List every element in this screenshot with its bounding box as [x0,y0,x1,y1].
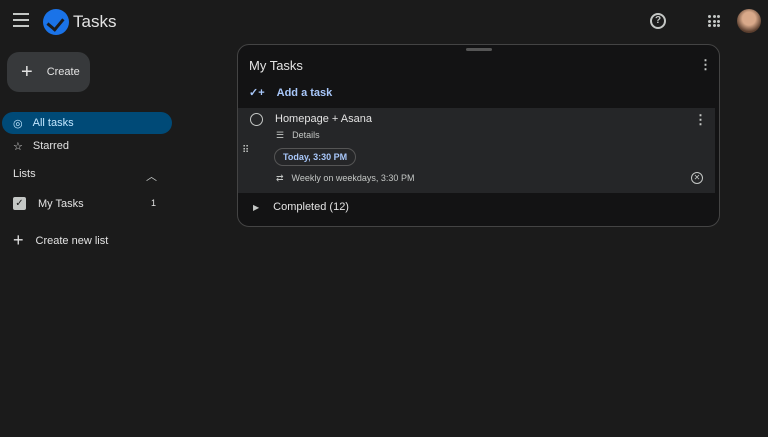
list-item-my-tasks[interactable]: ✓ My Tasks [13,197,84,210]
caret-right-icon: ▶ [253,201,259,214]
notes-icon: ☰ [276,130,284,141]
sidebar-item-label: Starred [33,140,69,152]
create-label: Create [47,66,80,78]
list-label: My Tasks [38,198,84,210]
app-title: Tasks [73,12,116,32]
plus-icon: + [13,230,24,251]
avatar[interactable] [737,9,761,33]
list-count: 1 [151,198,156,208]
task-details[interactable]: ☰ Details [276,130,320,141]
chevron-up-icon[interactable]: ︿ [146,168,157,184]
due-date-chip[interactable]: Today, 3:30 PM [274,148,356,166]
repeat-icon: ⇄ [276,173,284,184]
task-item[interactable]: ⠿ Homepage + Asana ⋮ ☰ Details Today, 3:3… [238,108,715,193]
add-task-button[interactable]: ✓+ Add a task [249,86,332,99]
plus-icon: + [21,61,33,84]
main-menu-button[interactable] [13,13,29,27]
task-more-icon[interactable]: ⋮ [694,112,707,128]
details-label: Details [292,130,320,141]
tasks-logo-icon [43,9,69,35]
task-list-card: My Tasks ⋮ ✓+ Add a task ⠿ Homepage + Asa… [237,44,720,227]
sidebar-item-starred[interactable]: ☆ Starred [2,135,172,157]
list-title: My Tasks [249,58,303,73]
completed-toggle[interactable]: ▶ Completed (12) [253,201,349,214]
star-icon: ☆ [13,140,23,153]
checkbox-icon[interactable]: ✓ [13,197,26,210]
apps-grid-icon[interactable] [708,15,720,27]
repeat-info[interactable]: ⇄ Weekly on weekdays, 3:30 PM [276,173,414,184]
create-list-label: Create new list [36,235,109,247]
sidebar-item-all-tasks[interactable]: ◎ All tasks [2,112,172,134]
help-icon[interactable]: ? [650,13,666,29]
task-title[interactable]: Homepage + Asana [275,113,372,125]
create-button[interactable]: + Create [7,52,90,92]
completed-label: Completed (12) [273,201,349,214]
repeat-label: Weekly on weekdays, 3:30 PM [292,173,415,184]
create-new-list-button[interactable]: + Create new list [13,230,108,251]
drag-icon[interactable]: ⠿ [242,145,249,156]
add-task-icon: ✓+ [249,86,265,99]
sidebar-item-label: All tasks [33,117,74,129]
check-circle-icon: ◎ [13,117,23,130]
complete-task-checkbox[interactable] [250,113,263,126]
lists-heading: Lists [13,168,36,180]
add-task-label: Add a task [277,87,333,99]
more-options-icon[interactable]: ⋮ [699,57,712,73]
drag-handle[interactable] [466,48,492,51]
remove-repeat-icon[interactable]: ✕ [691,172,703,184]
